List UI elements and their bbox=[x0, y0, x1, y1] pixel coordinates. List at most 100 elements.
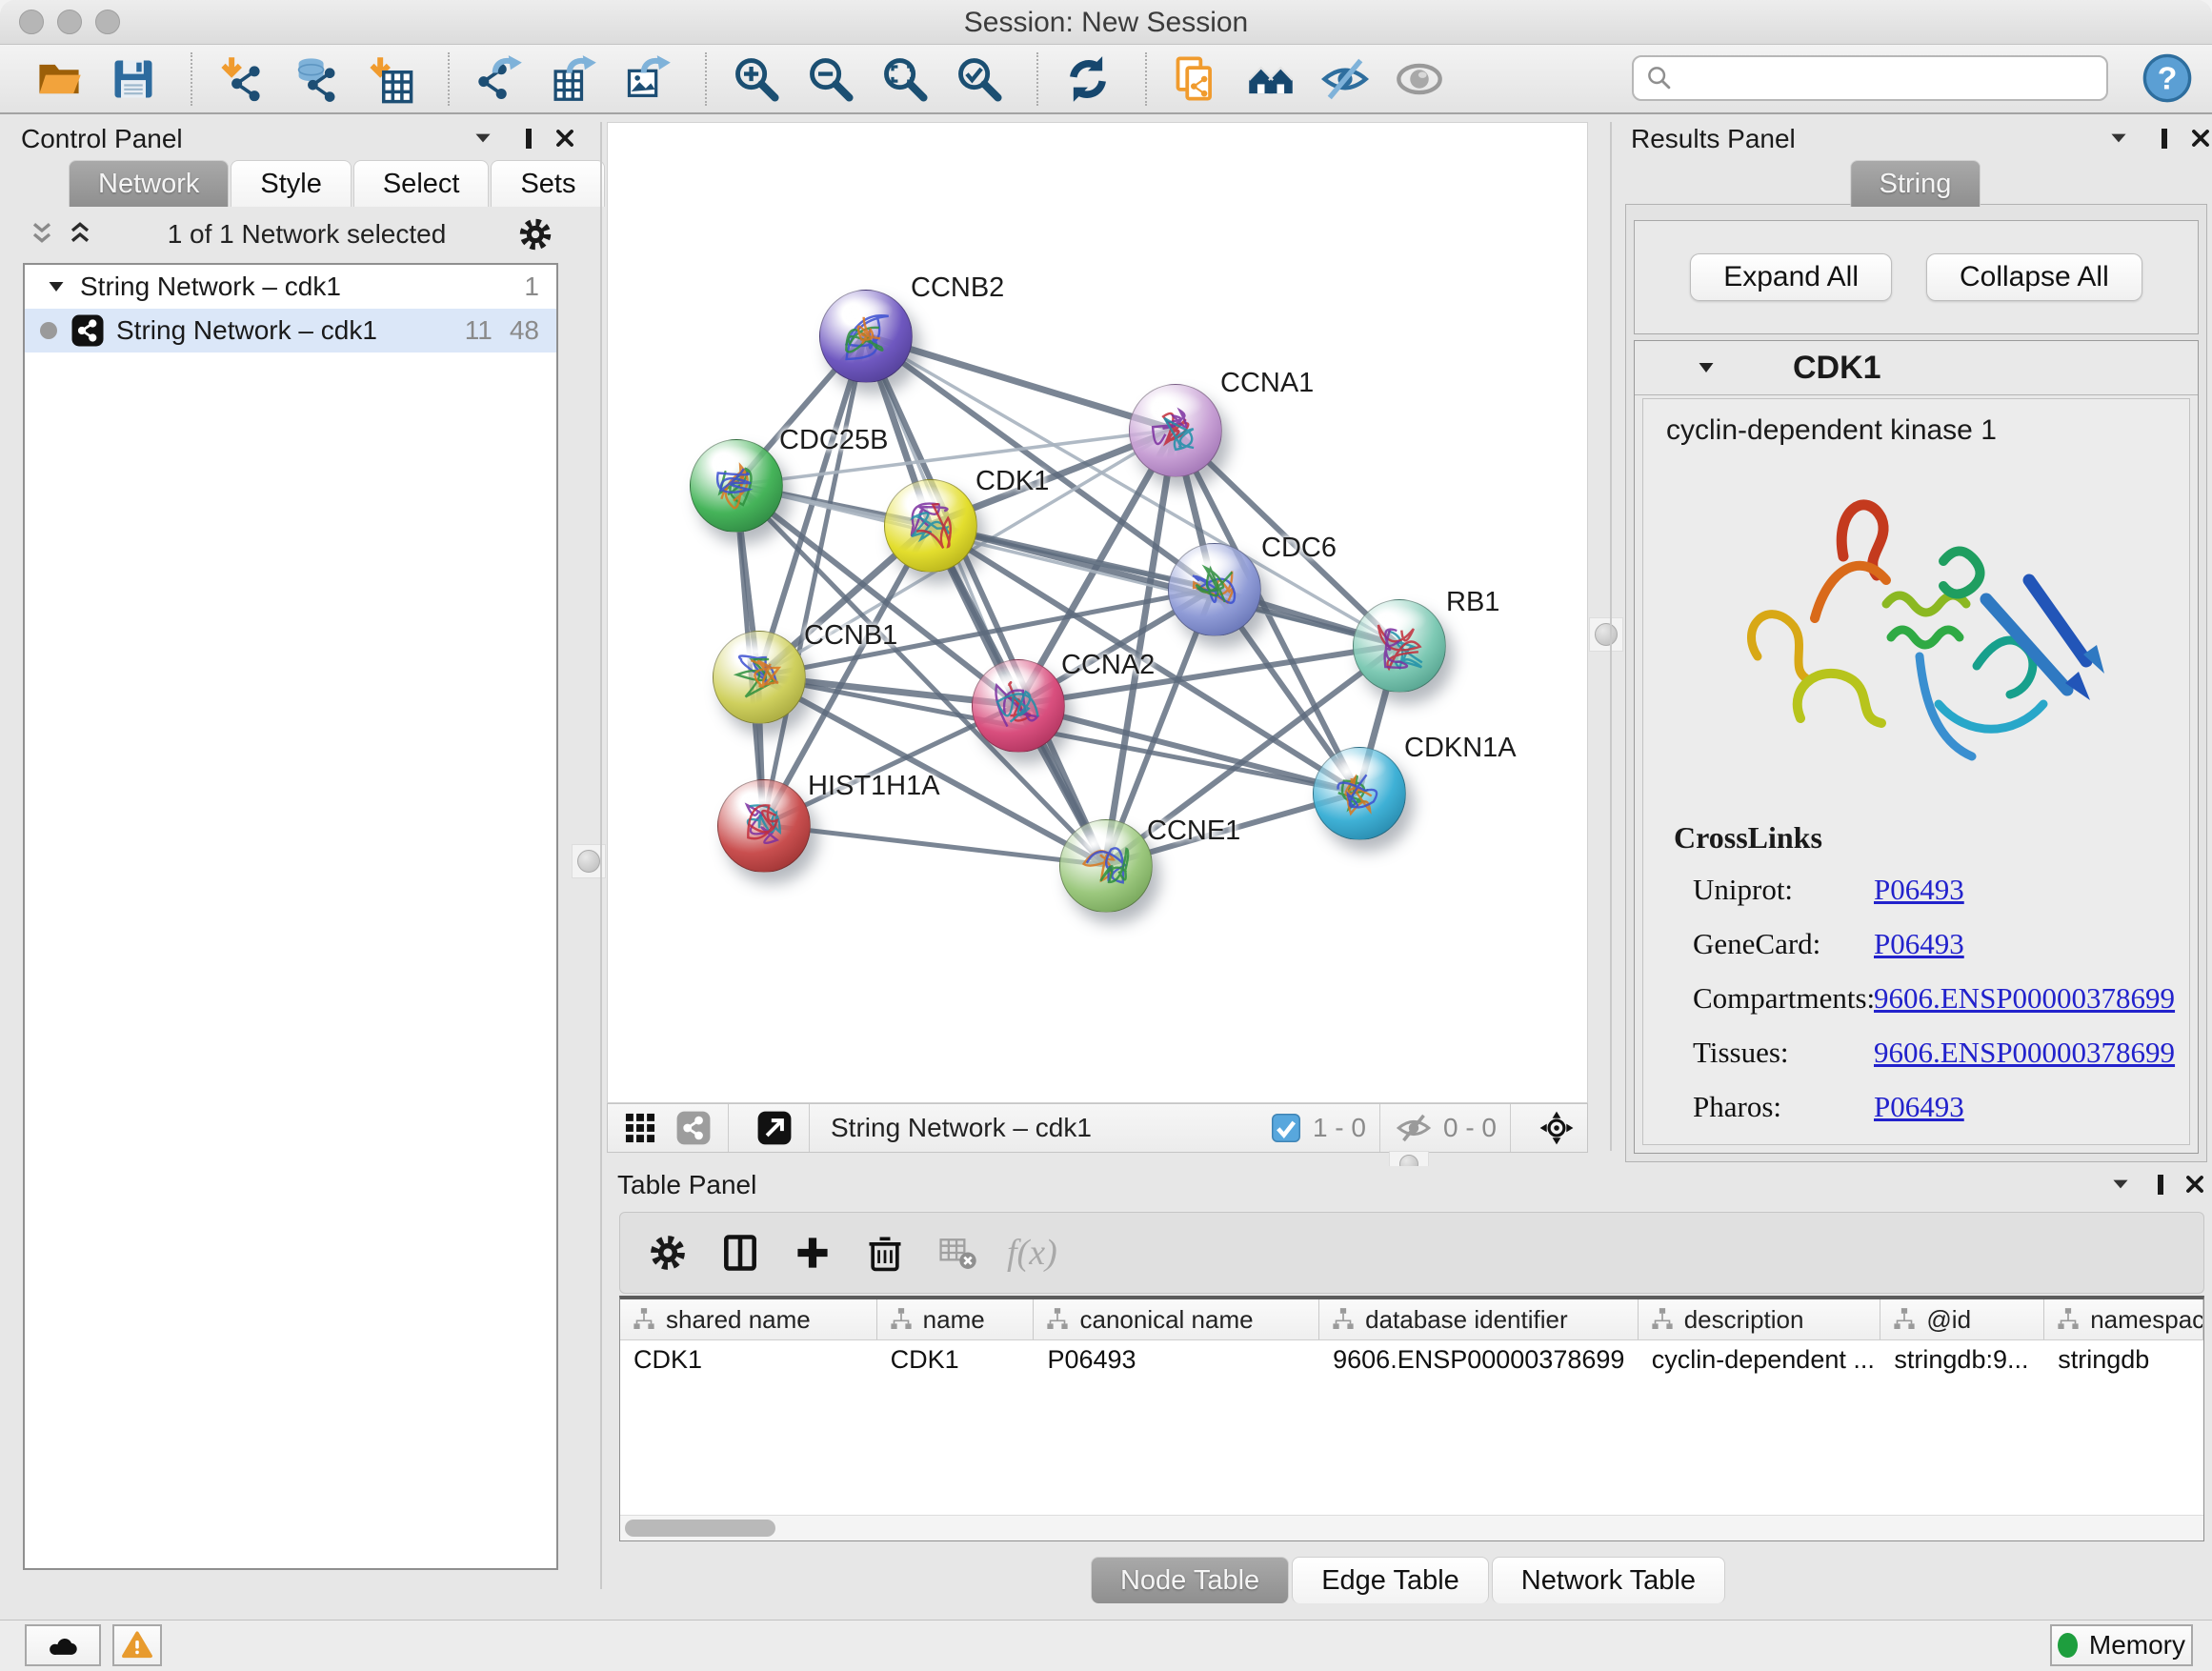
network-share-view-button[interactable] bbox=[673, 1107, 714, 1149]
zoom-fit-button[interactable] bbox=[878, 52, 932, 106]
show-grid-button[interactable] bbox=[619, 1107, 661, 1149]
network-node-CCNA1[interactable] bbox=[1129, 384, 1222, 477]
edge-CCNB2-HIST1H1A[interactable] bbox=[763, 335, 865, 825]
network-node-RB1[interactable] bbox=[1353, 599, 1446, 693]
tab-sets[interactable]: Sets bbox=[491, 160, 605, 207]
table-row[interactable]: CDK1CDK1P064939606.ENSP00000378699cyclin… bbox=[620, 1340, 2203, 1380]
expand-triangle-icon[interactable] bbox=[42, 272, 70, 301]
memory-button[interactable]: Memory bbox=[2050, 1624, 2193, 1666]
table-cell[interactable]: stringdb bbox=[2044, 1340, 2203, 1380]
tab-edge-table[interactable]: Edge Table bbox=[1292, 1557, 1489, 1603]
table-panel-close-button[interactable] bbox=[2179, 1168, 2211, 1200]
cloud-button[interactable] bbox=[25, 1624, 101, 1666]
column-header-database-identifier[interactable]: database identifier bbox=[1319, 1299, 1639, 1339]
tab-style[interactable]: Style bbox=[231, 160, 351, 207]
import-network-file-button[interactable] bbox=[215, 52, 269, 106]
control-panel-collapse-button[interactable] bbox=[467, 122, 499, 154]
network-node-CCNB2[interactable] bbox=[819, 290, 913, 383]
table-options-button[interactable] bbox=[643, 1228, 693, 1278]
selected-checkbox-icon[interactable] bbox=[1269, 1111, 1303, 1145]
export-table-button[interactable] bbox=[547, 52, 600, 106]
column-header-shared-name[interactable]: shared name bbox=[620, 1299, 877, 1339]
crosslink-link[interactable]: P06493 bbox=[1874, 873, 1964, 907]
zoom-out-button[interactable] bbox=[804, 52, 857, 106]
export-image-button[interactable] bbox=[621, 52, 674, 106]
column-header-description[interactable]: description bbox=[1639, 1299, 1881, 1339]
tab-network[interactable]: Network bbox=[69, 160, 229, 207]
edge-HIST1H1A-CCNE1[interactable] bbox=[763, 825, 1105, 865]
network-row[interactable]: String Network – cdk1 11 48 bbox=[25, 309, 556, 352]
delete-table-button[interactable] bbox=[933, 1228, 982, 1278]
table-cell[interactable]: P06493 bbox=[1034, 1340, 1319, 1380]
right-splitter-grip[interactable] bbox=[1589, 617, 1623, 652]
import-table-file-button[interactable] bbox=[364, 52, 417, 106]
network-node-CCNE1[interactable] bbox=[1059, 819, 1153, 913]
column-header-namespac[interactable]: namespac bbox=[2044, 1299, 2203, 1339]
collapse-all-button[interactable]: Collapse All bbox=[1926, 253, 2142, 301]
expand-triangle-icon[interactable] bbox=[1692, 353, 1720, 382]
table-cell[interactable]: CDK1 bbox=[877, 1340, 1035, 1380]
network-node-CDK1[interactable] bbox=[884, 479, 977, 573]
import-network-database-button[interactable] bbox=[290, 52, 343, 106]
crosslink-link[interactable]: 9606.ENSP00000378699 bbox=[1874, 1036, 2175, 1070]
right-splitter[interactable] bbox=[1610, 122, 1612, 1151]
entry-header[interactable]: CDK1 bbox=[1635, 341, 2198, 395]
tab-node-table[interactable]: Node Table bbox=[1091, 1557, 1289, 1603]
clone-network-button[interactable] bbox=[1170, 52, 1223, 106]
crosslink-link[interactable]: P06493 bbox=[1874, 1090, 1964, 1124]
left-splitter[interactable] bbox=[600, 122, 602, 1589]
search-input[interactable] bbox=[1676, 58, 2106, 98]
tab-network-table[interactable]: Network Table bbox=[1492, 1557, 1725, 1603]
table-cell[interactable]: CDK1 bbox=[620, 1340, 877, 1380]
column-header-name[interactable]: name bbox=[877, 1299, 1035, 1339]
delete-column-button[interactable] bbox=[860, 1228, 910, 1278]
table-cell[interactable]: 9606.ENSP00000378699 bbox=[1319, 1340, 1639, 1380]
network-options-button[interactable] bbox=[514, 213, 556, 255]
expand-all-button[interactable]: Expand All bbox=[1690, 253, 1892, 301]
warnings-button[interactable] bbox=[112, 1624, 162, 1666]
birdseye-view-button[interactable] bbox=[754, 1107, 795, 1149]
table-cell[interactable]: stringdb:9... bbox=[1880, 1340, 2044, 1380]
zoom-selected-button[interactable] bbox=[953, 52, 1006, 106]
table-horizontal-scrollbar[interactable] bbox=[620, 1515, 2203, 1540]
first-neighbors-button[interactable] bbox=[1244, 52, 1297, 106]
network-collection-row[interactable]: String Network – cdk1 1 bbox=[25, 265, 556, 309]
refresh-network-button[interactable] bbox=[1061, 52, 1115, 106]
results-panel-close-button[interactable] bbox=[2184, 122, 2212, 154]
network-node-CCNA2[interactable] bbox=[972, 659, 1065, 753]
fit-selected-button[interactable] bbox=[1536, 1107, 1578, 1149]
network-node-CDKN1A[interactable] bbox=[1313, 747, 1406, 840]
collapse-all-networks-button[interactable] bbox=[61, 217, 99, 252]
crosslink-link[interactable]: 9606.ENSP00000378699 bbox=[1874, 981, 2175, 1016]
open-session-button[interactable] bbox=[32, 52, 86, 106]
zoom-in-button[interactable] bbox=[730, 52, 783, 106]
column-header-canonical-name[interactable]: canonical name bbox=[1034, 1299, 1319, 1339]
table-panel-collapse-button[interactable] bbox=[2104, 1168, 2137, 1200]
hide-selected-button[interactable] bbox=[1318, 52, 1372, 106]
show-all-button[interactable] bbox=[1393, 52, 1446, 106]
network-node-HIST1H1A[interactable] bbox=[717, 779, 811, 873]
network-canvas[interactable]: CCNB2CCNA1CDC25BCDK1CDC6RB1CCNB1CCNA2CDK… bbox=[607, 122, 1588, 1103]
create-column-button[interactable] bbox=[788, 1228, 837, 1278]
control-panel-float-button[interactable] bbox=[513, 122, 545, 154]
tab-string[interactable]: String bbox=[1850, 160, 1981, 207]
save-session-button[interactable] bbox=[107, 52, 160, 106]
control-panel-close-button[interactable] bbox=[549, 122, 581, 154]
crosslink-link[interactable]: P06493 bbox=[1874, 927, 1964, 961]
export-network-button[interactable] bbox=[473, 52, 526, 106]
column-header--id[interactable]: @id bbox=[1880, 1299, 2044, 1339]
help-button[interactable]: ? bbox=[2142, 52, 2193, 104]
results-panel-float-button[interactable] bbox=[2148, 122, 2181, 154]
gear-icon bbox=[516, 215, 554, 253]
scrollbar-thumb[interactable] bbox=[625, 1520, 775, 1537]
function-builder-button[interactable]: f(x) bbox=[1007, 1232, 1057, 1274]
table-cell[interactable]: cyclin-dependent ... bbox=[1639, 1340, 1881, 1380]
table-panel-float-button[interactable] bbox=[2144, 1168, 2177, 1200]
results-panel-collapse-button[interactable] bbox=[2102, 122, 2135, 154]
expand-all-networks-button[interactable] bbox=[23, 217, 61, 252]
show-columns-button[interactable] bbox=[715, 1228, 765, 1278]
tab-select[interactable]: Select bbox=[353, 160, 490, 207]
network-node-CDC25B[interactable] bbox=[690, 439, 783, 533]
network-node-CCNB1[interactable] bbox=[713, 631, 806, 724]
network-node-CDC6[interactable] bbox=[1168, 543, 1261, 636]
